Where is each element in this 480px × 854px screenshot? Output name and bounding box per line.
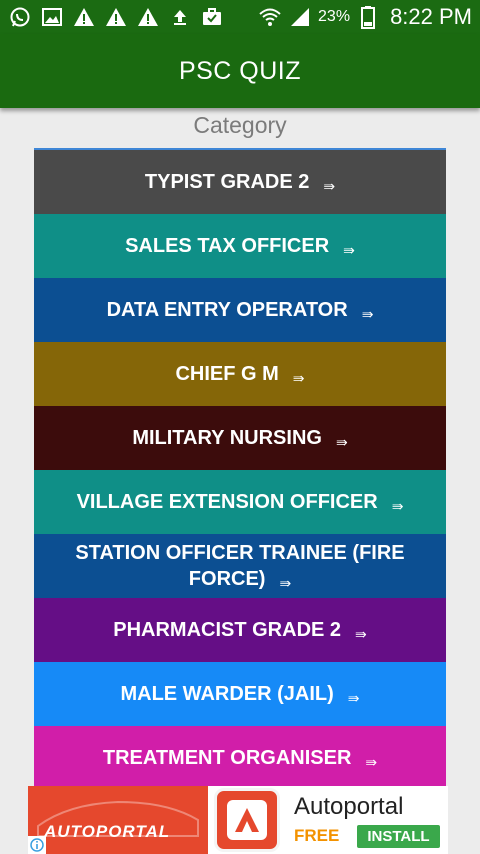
warning-icon — [72, 5, 96, 29]
app-title: PSC QUIZ — [178, 56, 302, 85]
category-item-data-entry-operator[interactable]: DATA ENTRY OPERATOR ⇛ — [34, 278, 446, 342]
arrow-right-icon: ⇛ — [391, 497, 404, 514]
arrow-right-icon: ⇛ — [343, 241, 355, 258]
arrow-right-icon: ⇛ — [347, 689, 360, 706]
category-heading: Category — [193, 112, 287, 138]
category-label: MALE WARDER (JAIL) — [120, 682, 334, 705]
whatsapp-icon — [8, 5, 32, 29]
battery-percent: 23% — [318, 8, 351, 25]
category-item-station-officer-trainee[interactable]: STATION OFFICER TRAINEE (FIRE FORCE) ⇛ — [34, 534, 446, 598]
ad-info-icon[interactable] — [28, 836, 46, 854]
category-item-typist-grade-2[interactable]: TYPIST GRADE 2 ⇛ — [34, 150, 446, 214]
warning-icon — [104, 5, 128, 29]
car-silhouette-icon — [37, 800, 199, 837]
category-item-treatment-organiser[interactable]: TREATMENT ORGANISER ⇛ — [34, 726, 446, 790]
category-label: MILITARY NURSING — [132, 426, 322, 449]
category-label: SALES TAX OFFICER — [125, 234, 330, 257]
category-label: TYPIST GRADE 2 — [144, 170, 310, 193]
arrow-right-icon: ⇛ — [323, 177, 336, 194]
image-icon — [40, 5, 64, 29]
category-label: STATION OFFICER TRAINEE (FIRE FORCE) — [75, 541, 405, 590]
briefcase-icon — [200, 5, 224, 29]
category-label: CHIEF G M — [175, 362, 279, 385]
category-item-chief-g-m[interactable]: CHIEF G M ⇛ — [34, 342, 446, 406]
signal-icon — [288, 5, 312, 29]
battery-icon — [356, 5, 380, 29]
ad-banner[interactable]: AUTOPORTAL Autoportal FREE INSTALL — [28, 786, 448, 854]
wifi-icon — [258, 5, 282, 29]
clock: 8:22 PM — [390, 4, 472, 29]
status-bar: 23% 8:22 PM — [0, 0, 480, 34]
app-bar: PSC QUIZ — [0, 34, 480, 108]
category-item-military-nursing[interactable]: MILITARY NURSING ⇛ — [34, 406, 446, 470]
arrow-right-icon: ⇛ — [361, 305, 374, 322]
category-item-sales-tax-officer[interactable]: SALES TAX OFFICER ⇛ — [34, 214, 446, 278]
arrow-right-icon: ⇛ — [279, 574, 292, 591]
arrow-right-icon: ⇛ — [335, 433, 348, 450]
category-label: VILLAGE EXTENSION OFFICER — [76, 490, 378, 513]
category-item-pharmacist-grade-2[interactable]: PHARMACIST GRADE 2 ⇛ — [34, 598, 446, 662]
arrow-right-icon: ⇛ — [355, 625, 367, 642]
ad-text: Autoportal FREE INSTALL — [286, 786, 448, 854]
category-label: TREATMENT ORGANISER — [102, 746, 352, 769]
ad-image[interactable]: AUTOPORTAL — [28, 786, 208, 854]
ad-image-text: AUTOPORTAL — [44, 822, 171, 841]
system-indicators: 23% 8:22 PM — [258, 4, 472, 30]
arrow-right-icon: ⇛ — [292, 369, 305, 386]
ad-price: FREE — [294, 826, 340, 845]
category-label: DATA ENTRY OPERATOR — [106, 298, 348, 321]
warning-icon — [136, 5, 160, 29]
category-label: PHARMACIST GRADE 2 — [113, 618, 342, 641]
notification-icons — [8, 5, 224, 29]
category-item-male-warder-jail[interactable]: MALE WARDER (JAIL) ⇛ — [34, 662, 446, 726]
install-button[interactable]: INSTALL — [357, 824, 440, 848]
arrow-right-icon: ⇛ — [365, 753, 378, 770]
ad-app-name: Autoportal — [294, 792, 404, 820]
upload-icon — [168, 5, 192, 29]
category-list: TYPIST GRADE 2 ⇛ SALES TAX OFFICER ⇛ DATA … — [34, 148, 446, 790]
category-item-village-extension-officer[interactable]: VILLAGE EXTENSION OFFICER ⇛ — [34, 470, 446, 534]
app-logo-icon[interactable] — [214, 788, 280, 852]
